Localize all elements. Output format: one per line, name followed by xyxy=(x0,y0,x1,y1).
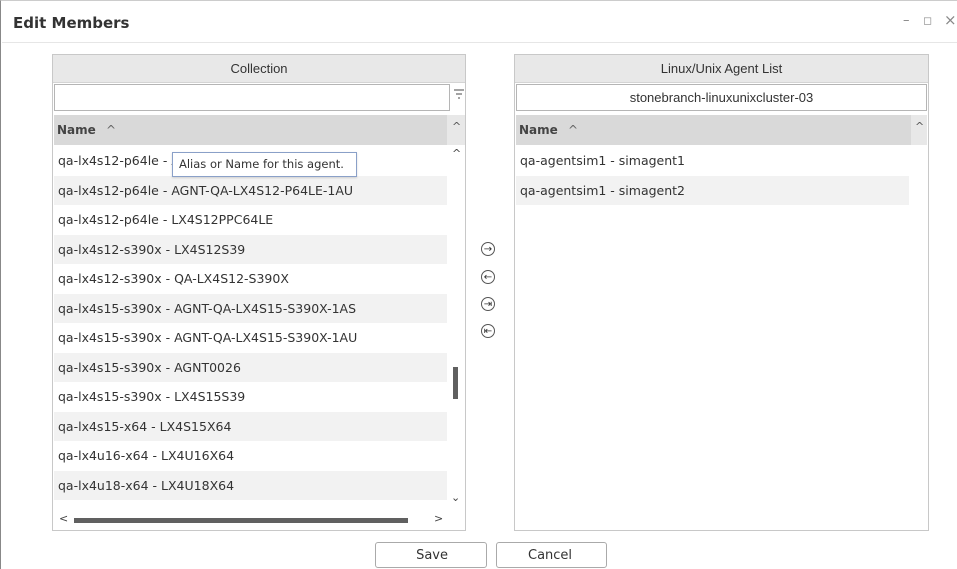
agent-list-header: Linux/Unix Agent List xyxy=(515,55,928,83)
header-scroll-up-icon[interactable]: ^ xyxy=(452,120,461,133)
filter-icon[interactable] xyxy=(453,86,465,100)
collection-name-column-header[interactable]: Name ^ xyxy=(54,115,447,145)
list-item[interactable]: qa-lx4s12-s390x - QA-LX4S12-S390X xyxy=(54,264,447,293)
cluster-name-field[interactable]: stonebranch-linuxunixcluster-03 xyxy=(516,84,927,111)
list-item[interactable]: qa-lx4s15-s390x - AGNT-QA-LX4S15-S390X-1… xyxy=(54,323,447,352)
name-column-label: Name xyxy=(57,123,96,137)
sort-ascending-icon: ^ xyxy=(567,123,579,137)
list-item[interactable]: qa-agentsim1 - simagent2 xyxy=(516,175,909,205)
vertical-scroll-thumb[interactable] xyxy=(453,367,458,399)
list-item[interactable]: qa-lx4s15-s390x - LX4S15S39 xyxy=(54,382,447,411)
arrow-right-icon: → xyxy=(483,244,493,255)
maximize-icon[interactable]: ◻ xyxy=(923,14,932,27)
list-item[interactable]: qa-lx4s15-s390x - AGNT-QA-LX4S15-S390X-1… xyxy=(54,293,447,323)
scroll-left-icon[interactable]: < xyxy=(59,512,68,525)
arrow-right-bar-icon: ⇥ xyxy=(483,299,493,310)
agent-header-scroll-cell: ^ xyxy=(911,115,927,145)
minimize-icon[interactable]: – xyxy=(903,13,910,28)
arrow-left-icon: ← xyxy=(483,272,493,283)
arrow-left-bar-icon: ⇤ xyxy=(483,326,493,337)
list-item[interactable]: qa-agentsim1 - simagent1 xyxy=(516,146,909,175)
collection-header: Collection xyxy=(53,55,465,83)
move-all-left-button[interactable]: ⇤ xyxy=(481,324,495,338)
dialog-titlebar: Edit Members – ◻ × xyxy=(2,2,957,43)
list-item[interactable]: qa-lx4u16-x64 - LX4U16X64 xyxy=(54,441,447,470)
list-item[interactable]: qa-lx4s15-s390x - AGNT0026 xyxy=(54,352,447,382)
move-all-right-button[interactable]: ⇥ xyxy=(481,297,495,311)
collection-vertical-scrollbar[interactable]: ^ ⌄ xyxy=(447,145,465,512)
move-left-button[interactable]: ← xyxy=(481,270,495,284)
save-button[interactable]: Save xyxy=(375,542,487,568)
header-scroll-cell: ^ xyxy=(447,115,465,145)
list-item[interactable]: qa-lx4s12-p64le - AGNT-QA-LX4S12-P64LE-1… xyxy=(54,175,447,205)
dialog-title: Edit Members xyxy=(13,14,130,32)
horizontal-scroll-thumb[interactable] xyxy=(74,518,408,523)
list-item[interactable]: qa-lx4s15-x64 - LX4S15X64 xyxy=(54,411,447,441)
scroll-up-icon[interactable]: ^ xyxy=(452,147,461,160)
close-icon[interactable]: × xyxy=(944,11,957,29)
list-item[interactable]: qa-lx4u18-x64 - LX4U18X64 xyxy=(54,470,447,500)
scroll-right-icon[interactable]: > xyxy=(434,512,443,525)
cancel-button[interactable]: Cancel xyxy=(496,542,607,568)
list-item[interactable]: qa-lx4s12-s390x - LX4S12S39 xyxy=(54,234,447,264)
agent-name-column-header[interactable]: Name ^ xyxy=(516,115,911,145)
name-column-label: Name xyxy=(519,123,558,137)
list-item[interactable]: qa-lx4s12-p64le - LX4S12PPC64LE xyxy=(54,205,447,234)
name-tooltip: Alias or Name for this agent. xyxy=(172,152,357,177)
edit-members-dialog: Edit Members – ◻ × Collection Name ^ ^ q… xyxy=(0,0,957,569)
sort-ascending-icon: ^ xyxy=(105,123,117,137)
agent-scroll-up-icon[interactable]: ^ xyxy=(915,120,924,133)
collection-horizontal-scrollbar[interactable]: < > xyxy=(54,512,447,529)
collection-filter-input[interactable] xyxy=(54,84,450,111)
scroll-down-icon[interactable]: ⌄ xyxy=(451,491,460,504)
move-right-button[interactable]: → xyxy=(481,242,495,256)
